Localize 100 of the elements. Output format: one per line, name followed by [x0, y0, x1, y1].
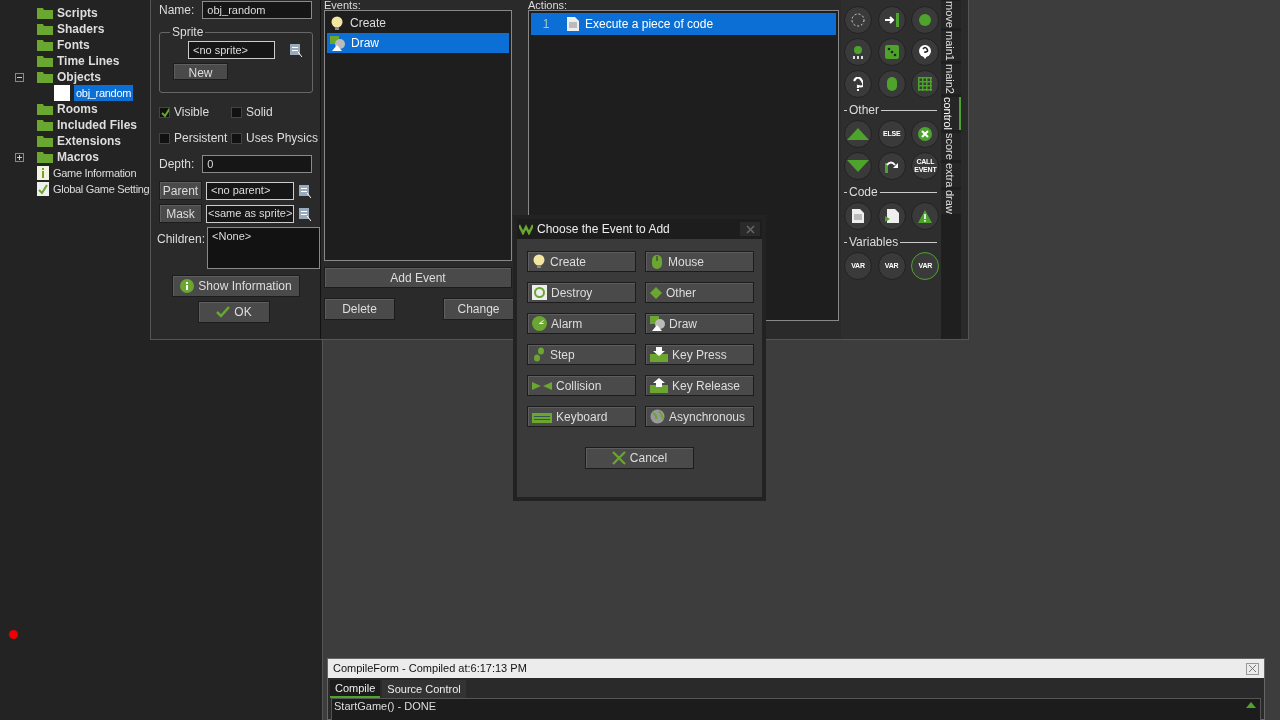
palette-button[interactable]	[877, 202, 906, 230]
checkbox[interactable]	[231, 132, 242, 144]
parent-button[interactable]: Parent	[159, 181, 202, 200]
section-title: Other	[849, 102, 879, 119]
event-item[interactable]: Draw	[327, 33, 509, 53]
tree-item[interactable]: Rooms	[57, 100, 98, 118]
tree-item[interactable]: Global Game Setting	[53, 180, 150, 198]
ball-counter-icon	[851, 45, 865, 59]
app-logo-icon	[519, 223, 533, 235]
record-dot-icon	[9, 630, 18, 639]
shapes-icon	[330, 35, 345, 51]
section-title: Code	[849, 184, 878, 201]
add-event-button[interactable]: Add Event	[324, 267, 512, 288]
palette-button[interactable]	[844, 70, 872, 98]
palette-button[interactable]	[844, 202, 872, 230]
tree-item[interactable]: Fonts	[57, 36, 90, 54]
tree-item[interactable]: Objects	[57, 68, 101, 86]
tree-item[interactable]: Time Lines	[57, 52, 120, 70]
side-tab[interactable]: draw	[941, 190, 961, 215]
close-button[interactable]	[740, 222, 760, 236]
checkbox[interactable]	[159, 132, 170, 144]
event-button[interactable]: Destroy	[527, 282, 636, 303]
children-list[interactable]: <None>	[207, 227, 320, 269]
palette-button[interactable]	[877, 152, 906, 180]
event-button[interactable]: Collision	[527, 375, 636, 396]
tree-item[interactable]: Game Information	[53, 164, 137, 182]
parent-field[interactable]: <no parent>	[206, 181, 294, 200]
new-button[interactable]: New	[173, 63, 228, 80]
side-tab[interactable]: control	[941, 96, 961, 130]
palette-button[interactable]	[844, 38, 872, 66]
collision-icon	[532, 380, 552, 391]
info-icon	[180, 279, 195, 293]
field-label: Children:	[157, 231, 206, 248]
tree-item[interactable]: Shaders	[57, 20, 105, 38]
event-button[interactable]: Alarm	[527, 313, 636, 334]
checkbox[interactable]	[159, 106, 170, 118]
checkbox-label: Persistent	[174, 130, 228, 147]
delete-button[interactable]: Delete	[324, 298, 395, 320]
show-information-button[interactable]: Show Information	[172, 275, 300, 297]
side-tab[interactable]: main1	[941, 30, 961, 61]
checkbox[interactable]	[231, 106, 242, 118]
palette-button[interactable]	[911, 120, 940, 148]
tab[interactable]: Source Control	[382, 680, 466, 698]
document-icon	[852, 209, 864, 223]
event-item[interactable]: Create	[327, 13, 509, 33]
event-button[interactable]: Step	[527, 344, 636, 365]
ok-button[interactable]: OK	[198, 301, 270, 323]
tree-item[interactable]: Included Files	[57, 116, 137, 134]
section-title: Variables	[849, 234, 899, 251]
change-button[interactable]: Change	[443, 298, 514, 320]
dialog-title: Choose the Event to Add	[537, 221, 670, 238]
key-press-icon	[650, 347, 668, 362]
sprite-field[interactable]: <no sprite>	[188, 41, 275, 59]
tree-item[interactable]: Scripts	[57, 4, 98, 22]
side-tab[interactable]: score	[941, 132, 961, 160]
name-field[interactable]: obj_random	[202, 1, 313, 19]
close-icon	[918, 127, 933, 141]
cancel-button[interactable]: Cancel	[585, 447, 694, 469]
object-icon	[54, 85, 70, 101]
bulb-icon	[330, 15, 344, 31]
group-title: Sprite	[171, 24, 205, 41]
scroll-up-icon[interactable]	[1246, 702, 1256, 708]
log-line: StartGame() - DONE	[334, 699, 437, 713]
tab[interactable]: Compile	[330, 680, 381, 698]
event-button[interactable]: Keyboard	[527, 406, 636, 427]
palette-button[interactable]	[911, 38, 940, 66]
collapse-toggle[interactable]	[15, 72, 24, 82]
side-tab[interactable]: extra	[941, 162, 961, 188]
close-icon	[1249, 665, 1256, 672]
event-button[interactable]: Create	[527, 251, 636, 272]
tree-item[interactable]: obj_random	[74, 84, 134, 102]
tree-item[interactable]: Macros	[57, 148, 100, 166]
menu-icon[interactable]	[298, 206, 311, 221]
menu-icon[interactable]	[289, 43, 302, 57]
depth-field[interactable]: 0	[202, 155, 313, 173]
event-button[interactable]: Asynchronous	[645, 406, 754, 427]
document-arrow-icon	[884, 209, 899, 223]
mouse-icon	[886, 77, 897, 91]
action-item[interactable]: 1 Execute a piece of code	[531, 13, 836, 35]
recycle-icon	[532, 285, 547, 300]
event-button[interactable]: Key Release	[645, 375, 754, 396]
triangle-down-icon	[847, 160, 869, 172]
side-tab[interactable]: main2	[941, 63, 961, 94]
event-button[interactable]: Mouse	[645, 251, 754, 272]
mask-field[interactable]: <same as sprite>	[206, 204, 294, 223]
event-button[interactable]: Key Press	[645, 344, 754, 365]
folder-icon	[37, 71, 53, 83]
close-button[interactable]	[1246, 662, 1259, 675]
dice-icon	[884, 45, 899, 59]
mask-button[interactable]: Mask	[159, 204, 202, 223]
event-button[interactable]: Draw	[645, 313, 754, 334]
folder-icon	[37, 39, 53, 51]
palette-button[interactable]	[877, 6, 906, 34]
folder-icon	[37, 135, 53, 147]
section-label: Actions:	[528, 0, 569, 10]
expand-toggle[interactable]	[15, 152, 24, 162]
event-button[interactable]: Other	[645, 282, 754, 303]
menu-icon[interactable]	[298, 183, 311, 198]
tree-item[interactable]: Extensions	[57, 132, 122, 150]
side-tab[interactable]: move	[941, 1, 961, 28]
